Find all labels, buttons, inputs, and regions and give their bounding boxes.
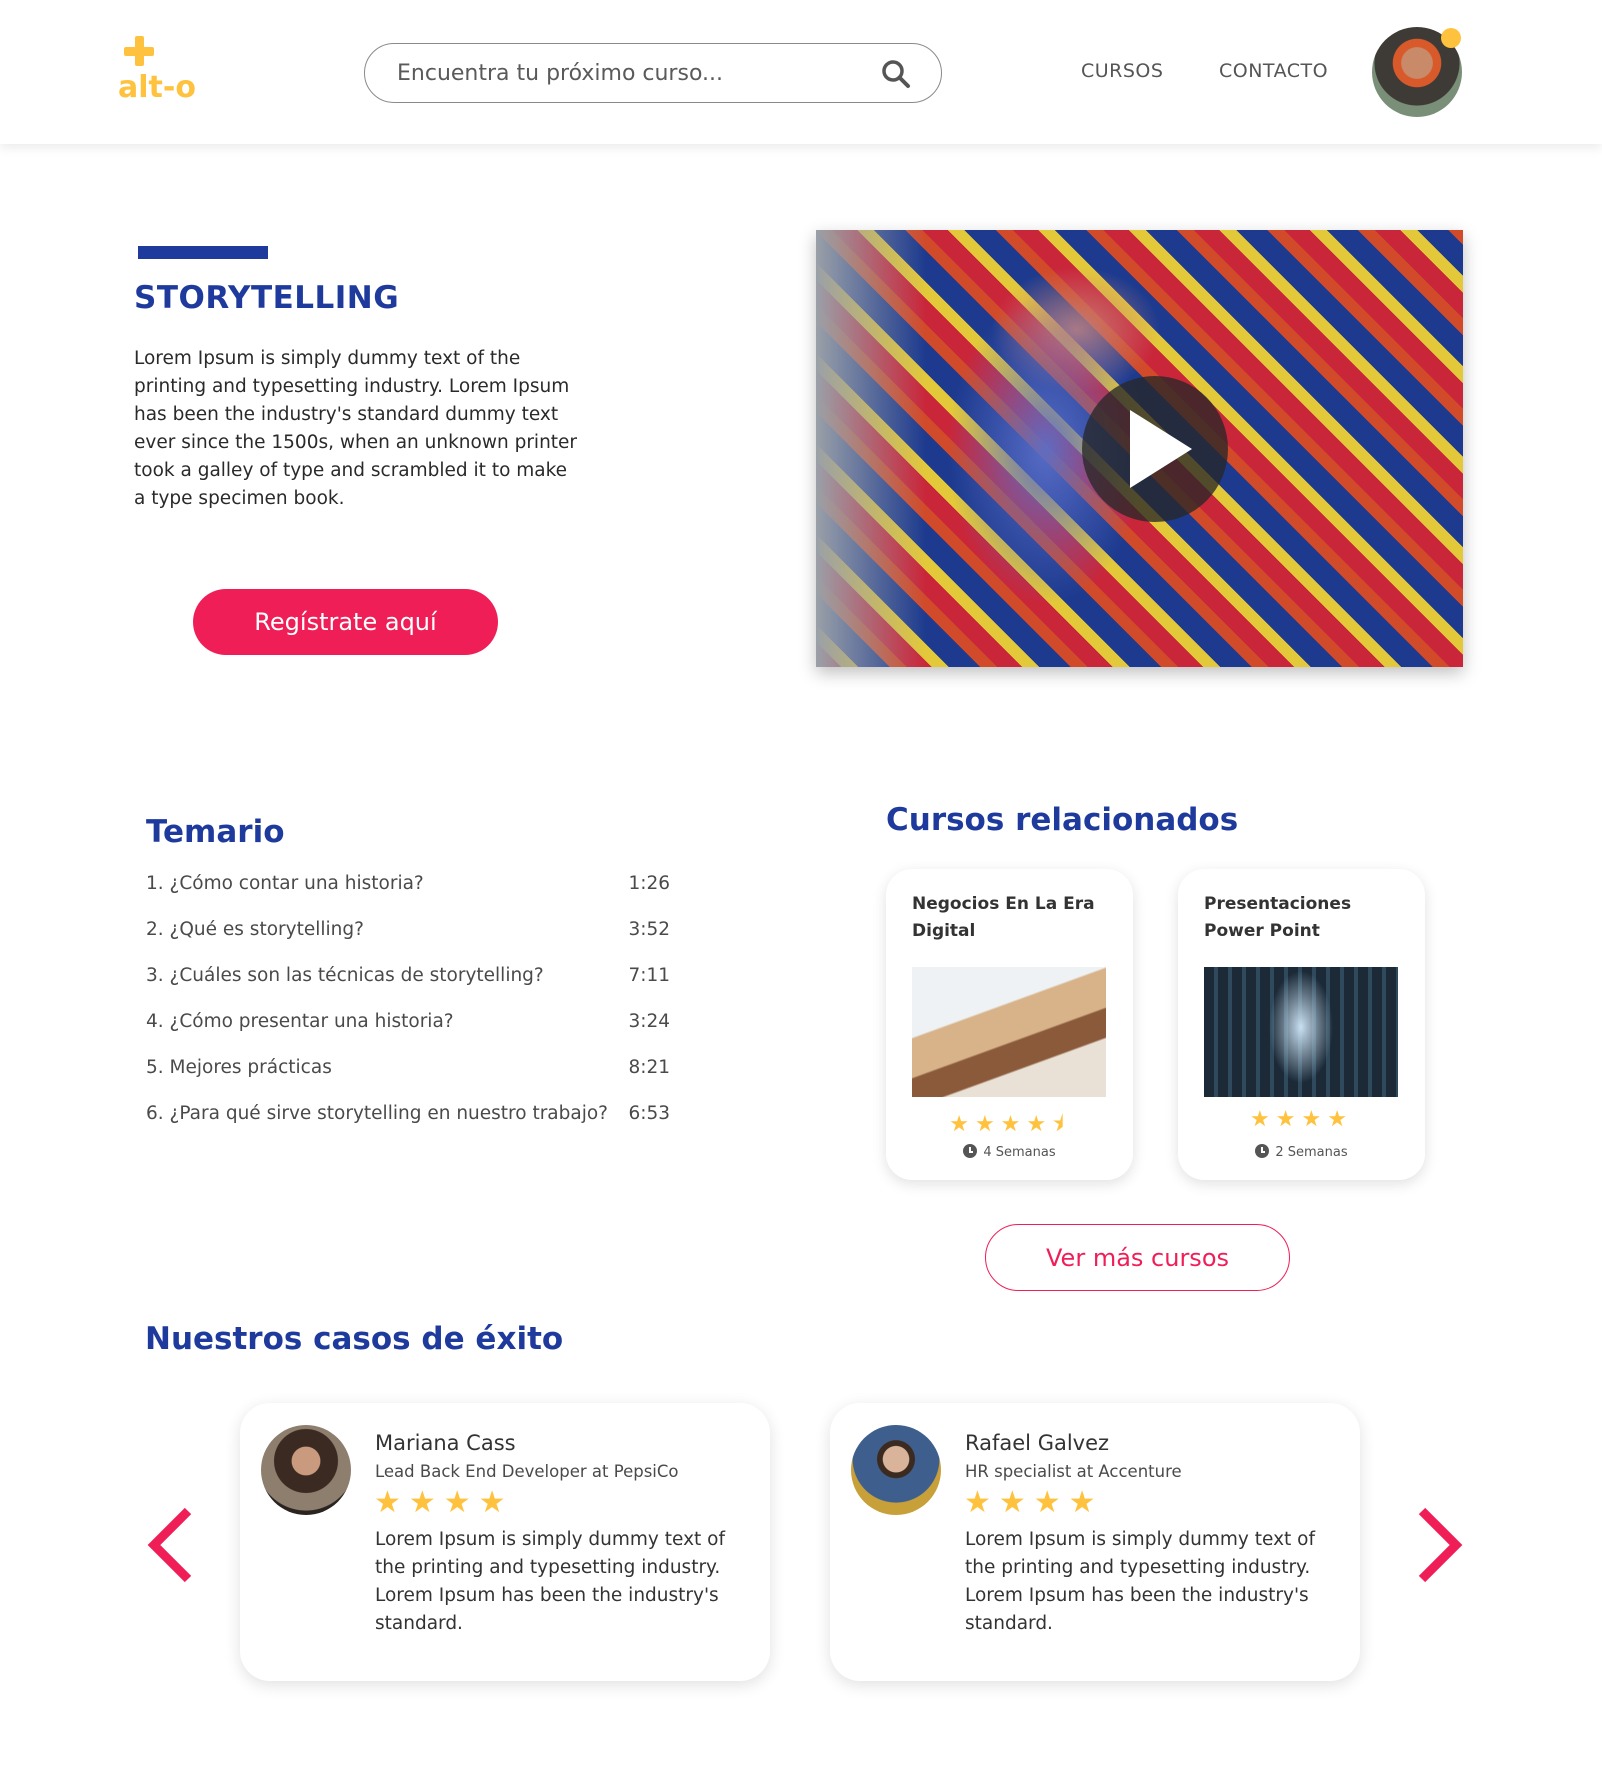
syllabus-list: 1. ¿Cómo contar una historia? 1:26 2. ¿Q… — [146, 873, 670, 1149]
syllabus-item[interactable]: 3. ¿Cuáles son las técnicas de storytell… — [146, 965, 670, 1011]
notification-dot — [1441, 28, 1461, 48]
play-icon — [1130, 410, 1192, 488]
search-icon[interactable] — [881, 59, 911, 89]
syllabus-item-duration: 8:21 — [628, 1057, 670, 1078]
chevron-left-icon[interactable] — [146, 1505, 196, 1585]
site-header: alt-o CURSOS CONTACTO — [0, 0, 1602, 144]
testimonial-card: Rafael Galvez HR specialist at Accenture… — [830, 1403, 1360, 1681]
syllabus-title: Temario — [146, 814, 285, 850]
star-rating: ★★★★⯨ — [949, 1112, 1070, 1137]
course-duration-text: 4 Semanas — [983, 1145, 1056, 1160]
testimonial-quote: Lorem Ipsum is simply dummy text of the … — [965, 1529, 1315, 1634]
syllabus-item[interactable]: 1. ¿Cómo contar una historia? 1:26 — [146, 873, 670, 919]
syllabus-item-title: 2. ¿Qué es storytelling? — [146, 919, 364, 940]
search-bar — [364, 43, 942, 103]
course-duration-text: 2 Semanas — [1275, 1145, 1348, 1160]
testimonials-title: Nuestros casos de éxito — [145, 1321, 564, 1357]
star-rating: ★★★★ — [374, 1485, 514, 1520]
video-background — [816, 230, 926, 667]
syllabus-item-title: 6. ¿Para qué sirve storytelling en nuest… — [146, 1103, 608, 1124]
course-description: Lorem Ipsum is simply dummy text of the … — [134, 348, 578, 509]
register-button[interactable]: Regístrate aquí — [193, 589, 498, 655]
plus-icon — [124, 36, 154, 66]
syllabus-item[interactable]: 4. ¿Cómo presentar una historia? 3:24 — [146, 1011, 670, 1057]
nav-cursos-link[interactable]: CURSOS — [1081, 60, 1163, 82]
testimonial-name: Rafael Galvez — [965, 1431, 1110, 1455]
testimonial-name: Mariana Cass — [375, 1431, 516, 1455]
related-courses-title: Cursos relacionados — [886, 802, 1239, 838]
testimonial-card: Mariana Cass Lead Back End Developer at … — [240, 1403, 770, 1681]
syllabus-item-duration: 1:26 — [628, 873, 670, 894]
star-rating: ★★★★ — [1250, 1107, 1353, 1132]
testimonial-role: HR specialist at Accenture — [965, 1462, 1182, 1481]
syllabus-item-title: 4. ¿Cómo presentar una historia? — [146, 1011, 454, 1032]
course-card-name: Negocios En La Era Digital — [912, 894, 1095, 941]
clock-icon — [1255, 1144, 1270, 1158]
star-rating: ★★★★ — [964, 1485, 1104, 1520]
syllabus-item-duration: 3:24 — [628, 1011, 670, 1032]
course-card[interactable]: Negocios En La Era Digital ★★★★⯨ 4 Seman… — [886, 869, 1133, 1180]
course-card-image — [1204, 967, 1398, 1097]
course-card-image — [912, 967, 1106, 1097]
syllabus-item[interactable]: 6. ¿Para qué sirve storytelling en nuest… — [146, 1103, 670, 1149]
nav-contacto-link[interactable]: CONTACTO — [1219, 60, 1328, 82]
search-input[interactable] — [397, 58, 857, 88]
course-card[interactable]: Presentaciones Power Point ★★★★ 2 Semana… — [1178, 869, 1425, 1180]
syllabus-item-title: 3. ¿Cuáles son las técnicas de storytell… — [146, 965, 544, 986]
video-player[interactable] — [816, 230, 1463, 667]
logo[interactable]: alt-o — [118, 34, 218, 114]
testimonial-quote: Lorem Ipsum is simply dummy text of the … — [375, 1529, 725, 1634]
syllabus-item-title: 5. Mejores prácticas — [146, 1057, 332, 1078]
syllabus-item-duration: 7:11 — [628, 965, 670, 986]
course-card-name: Presentaciones Power Point — [1204, 894, 1352, 941]
testimonial-avatar — [261, 1425, 351, 1515]
clock-icon — [963, 1144, 978, 1158]
course-title: STORYTELLING — [134, 280, 400, 316]
chevron-right-icon[interactable] — [1414, 1505, 1464, 1585]
testimonial-role: Lead Back End Developer at PepsiCo — [375, 1462, 679, 1481]
course-duration: 2 Semanas — [1178, 1144, 1425, 1160]
syllabus-item[interactable]: 5. Mejores prácticas 8:21 — [146, 1057, 670, 1103]
logo-text: alt-o — [118, 70, 196, 105]
testimonial-avatar — [851, 1425, 941, 1515]
syllabus-item-duration: 6:53 — [628, 1103, 670, 1124]
syllabus-item[interactable]: 2. ¿Qué es storytelling? 3:52 — [146, 919, 670, 965]
syllabus-item-duration: 3:52 — [628, 919, 670, 940]
syllabus-item-title: 1. ¿Cómo contar una historia? — [146, 873, 424, 894]
more-courses-button[interactable]: Ver más cursos — [985, 1224, 1290, 1291]
title-accent-bar — [138, 246, 268, 259]
course-duration: 4 Semanas — [886, 1144, 1133, 1160]
